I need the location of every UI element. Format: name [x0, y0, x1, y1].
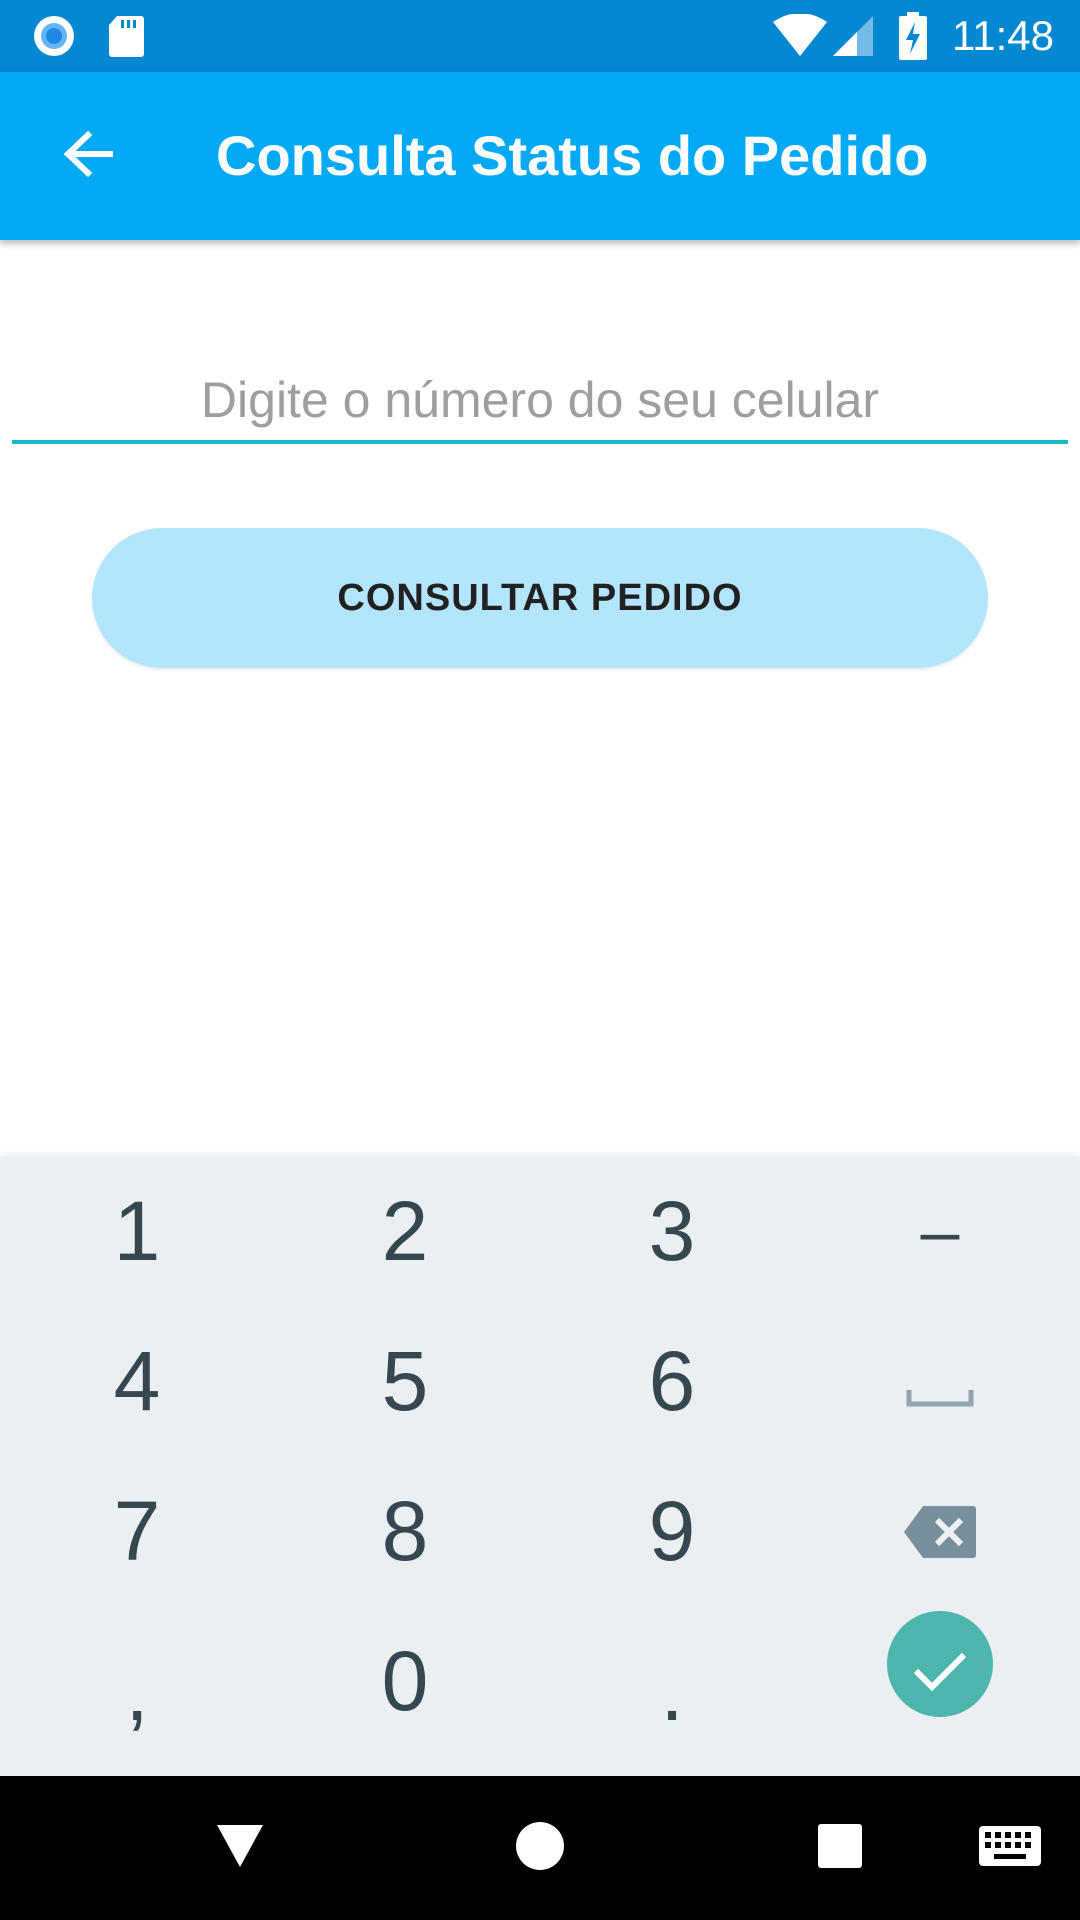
numeric-keyboard: 1 2 3 – 4 5 6 7 8 9 , 0 .: [0, 1156, 1080, 1776]
key-5[interactable]: 5: [270, 1306, 540, 1456]
status-time: 11:48: [952, 12, 1054, 59]
system-nav-bar: [0, 1776, 1080, 1920]
key-8[interactable]: 8: [270, 1456, 540, 1606]
notification-circle-icon: [30, 0, 78, 72]
key-backspace[interactable]: [805, 1456, 1075, 1606]
nav-home-button[interactable]: [465, 1776, 615, 1920]
nav-keyboard-switch-button[interactable]: [945, 1776, 1075, 1920]
key-6[interactable]: 6: [537, 1306, 807, 1456]
key-space[interactable]: [805, 1306, 1075, 1456]
home-circle-icon: [515, 1821, 565, 1876]
page-title: Consulta Status do Pedido: [216, 124, 929, 187]
key-period[interactable]: .: [537, 1606, 807, 1756]
key-1[interactable]: 1: [2, 1156, 272, 1306]
nav-recents-button[interactable]: [765, 1776, 915, 1920]
checkmark-icon: [912, 1616, 968, 1713]
key-4[interactable]: 4: [2, 1306, 272, 1456]
key-done[interactable]: [805, 1606, 1075, 1756]
consult-order-button[interactable]: CONSULTAR PEDIDO: [92, 528, 988, 668]
keyboard-switch-icon: [978, 1825, 1042, 1872]
key-3[interactable]: 3: [537, 1156, 807, 1306]
key-2[interactable]: 2: [270, 1156, 540, 1306]
key-9[interactable]: 9: [537, 1456, 807, 1606]
recents-square-icon: [817, 1823, 863, 1874]
wifi-icon: [770, 0, 830, 72]
key-0[interactable]: 0: [270, 1606, 540, 1756]
app-bar: Consulta Status do Pedido: [0, 72, 1080, 240]
status-bar: 11:48: [0, 0, 1080, 72]
arrow-back-icon: [62, 130, 114, 183]
space-bar-icon: [905, 1333, 975, 1430]
key-7[interactable]: 7: [2, 1456, 272, 1606]
cell-signal-icon: [830, 0, 876, 72]
back-triangle-icon: [215, 1823, 265, 1874]
sd-card-icon: [104, 0, 148, 72]
phone-number-input[interactable]: [12, 360, 1068, 444]
nav-back-button[interactable]: [165, 1776, 315, 1920]
battery-charging-icon: [896, 0, 930, 72]
key-comma[interactable]: ,: [2, 1606, 272, 1756]
key-dash[interactable]: –: [805, 1156, 1075, 1306]
back-button[interactable]: [40, 108, 136, 204]
backspace-icon: [903, 1483, 977, 1580]
done-button-circle: [887, 1611, 993, 1717]
